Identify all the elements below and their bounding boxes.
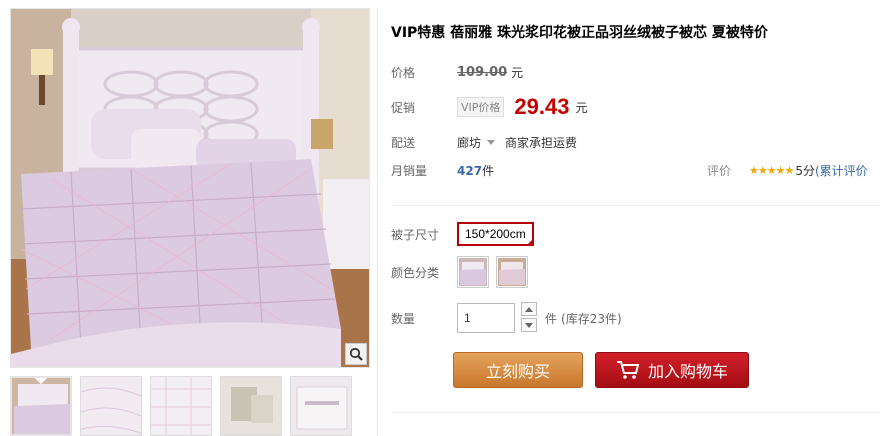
review-count-link[interactable]: (累计评价 [815, 164, 868, 178]
shipping-location[interactable]: 廊坊 [457, 134, 481, 151]
separator [391, 205, 880, 206]
thumbnail-1[interactable] [10, 376, 72, 436]
main-product-image[interactable] [10, 8, 370, 368]
color-option-1[interactable] [457, 256, 489, 288]
buy-now-button[interactable]: 立刻购买 [453, 352, 583, 388]
rating-score: 5分(累计评价 [795, 162, 867, 179]
rating-row: 评价 ★★★★★ 5分(累计评价 [707, 162, 868, 179]
thumbnail-5[interactable] [290, 376, 352, 436]
size-label: 被子尺寸 [391, 227, 440, 242]
shipping-row: 配送 廊坊 商家承担运费 [391, 134, 577, 151]
quantity-row: 数量 件 (库存23件) [391, 302, 622, 334]
price-row: 价格 109.00 元 [391, 64, 523, 81]
vip-price-tag: VIP价格 [457, 97, 505, 117]
price-unit: 元 [511, 66, 524, 80]
price-label: 价格 [391, 66, 416, 80]
thumbnail-4[interactable] [220, 376, 282, 436]
promotion-row: 促销 VIP价格 29.43 元 [391, 94, 587, 120]
selected-check-icon [525, 238, 534, 246]
product-gallery [10, 8, 370, 436]
add-to-cart-button[interactable]: 加入购物车 [595, 352, 749, 388]
chevron-down-icon [525, 322, 533, 328]
sales-row: 月销量 427 件 [391, 162, 494, 179]
quantity-unit: 件 [545, 311, 558, 326]
divider [377, 8, 378, 436]
shopping-cart-icon [616, 361, 640, 379]
add-to-cart-label: 加入购物车 [647, 362, 728, 381]
zoom-button[interactable] [345, 343, 367, 365]
promotion-unit: 元 [575, 100, 588, 115]
size-option-text: 150*200cm [465, 227, 526, 241]
size-row: 被子尺寸 150*200cm [391, 222, 534, 246]
shipping-label: 配送 [391, 136, 416, 150]
thumbnail-3[interactable] [150, 376, 212, 436]
promotion-label: 促销 [391, 100, 416, 115]
magnifier-icon [349, 347, 363, 361]
stock-info: (库存23件) [561, 311, 622, 326]
decrease-button[interactable] [521, 318, 537, 332]
separator-bottom [391, 412, 880, 413]
increase-button[interactable] [521, 302, 537, 316]
sales-count: 427 [457, 163, 483, 178]
thumbnail-strip [10, 376, 370, 436]
color-label: 颜色分类 [391, 265, 440, 280]
color-option-2[interactable] [496, 256, 528, 288]
size-option-selected[interactable]: 150*200cm [457, 222, 534, 246]
sales-label: 月销量 [391, 164, 428, 178]
sales-unit: 件 [482, 164, 495, 178]
promotion-price: 29.43 [514, 94, 570, 119]
thumbnail-2[interactable] [80, 376, 142, 436]
bed-photo [11, 9, 369, 367]
caret-down-icon[interactable] [487, 140, 496, 145]
product-title: VIP特惠 蓓丽雅 珠光浆印花被正品羽丝绒被子被芯 夏被特价 [391, 25, 768, 41]
chevron-up-icon [525, 306, 533, 312]
original-price: 109.00 [457, 65, 508, 80]
shipping-note: 商家承担运费 [505, 136, 578, 150]
quantity-input[interactable] [457, 303, 515, 333]
quantity-stepper [521, 302, 537, 334]
rating-score-value: 5分 [795, 164, 815, 178]
star-icon: ★★★★★ [749, 164, 794, 177]
product-info: VIP特惠 蓓丽雅 珠光浆印花被正品羽丝绒被子被芯 夏被特价 价格 109.00… [391, 0, 880, 436]
color-row: 颜色分类 [391, 256, 535, 288]
quantity-label: 数量 [391, 311, 416, 326]
buy-now-label: 立刻购买 [485, 362, 550, 381]
rating-label: 评价 [707, 164, 732, 178]
